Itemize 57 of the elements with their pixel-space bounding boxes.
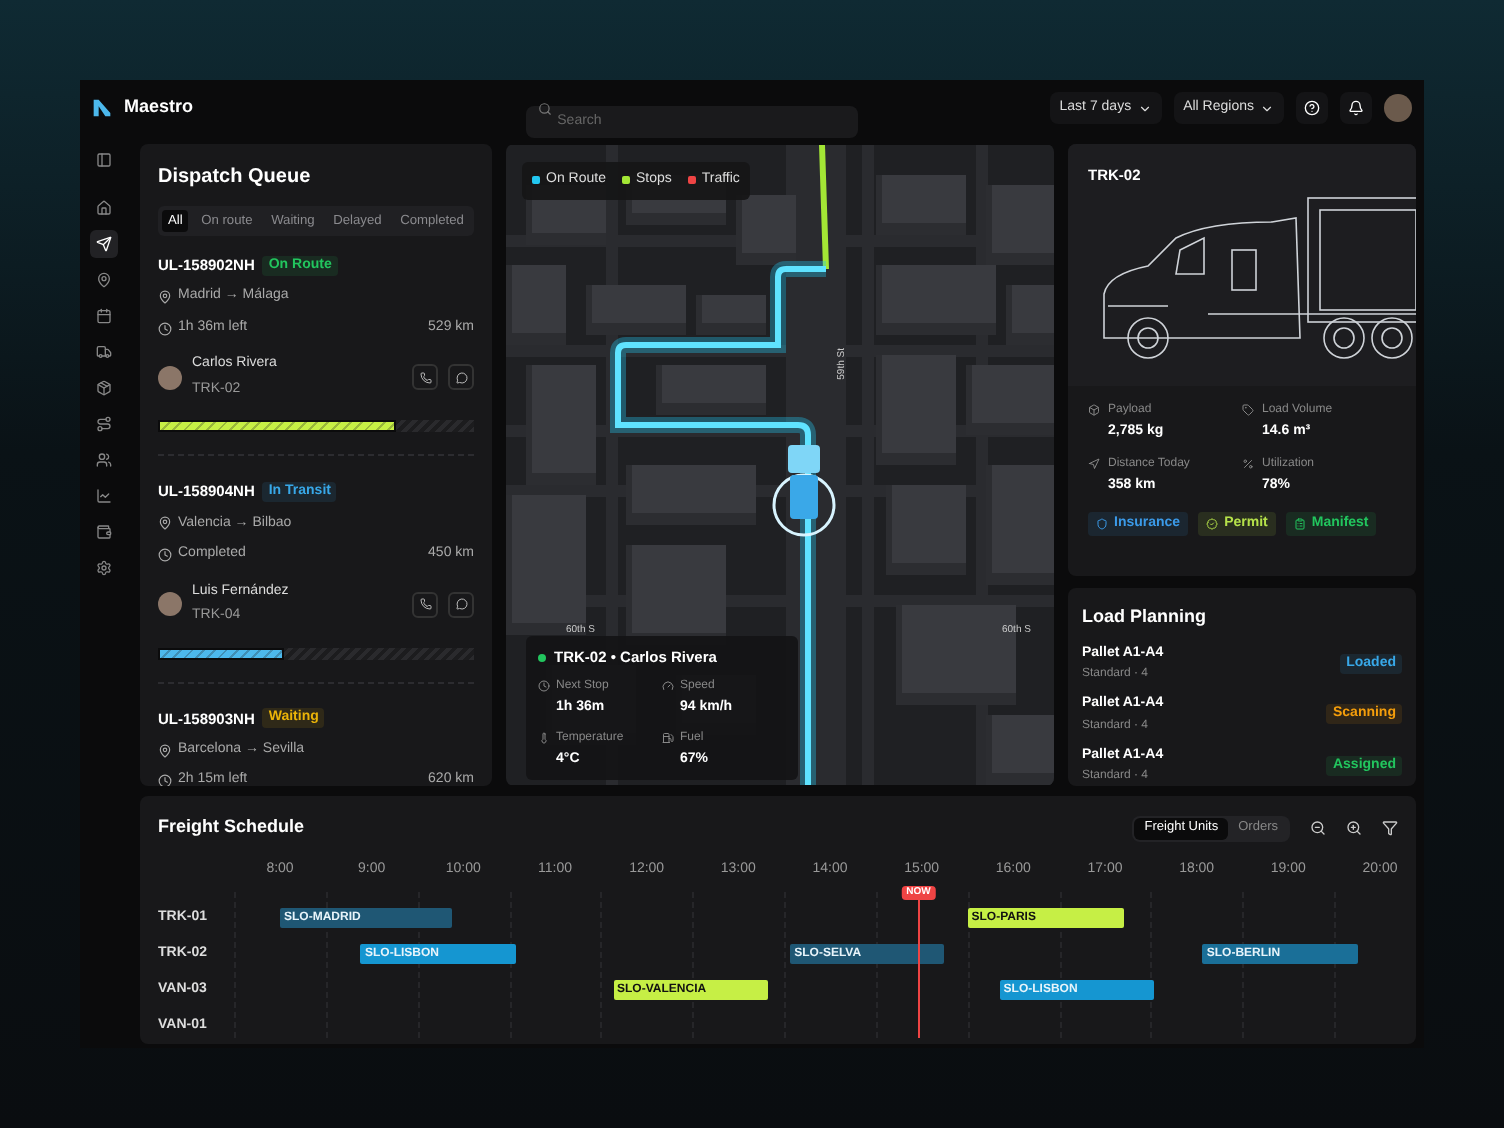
logo-icon	[92, 98, 112, 118]
clock-icon	[158, 547, 172, 562]
box-icon	[1088, 404, 1100, 417]
bell-icon	[1348, 100, 1364, 116]
clipboard-icon	[1293, 518, 1306, 531]
caret-icon	[1137, 101, 1152, 115]
panel-title: Dispatch Queue	[158, 164, 313, 192]
phone-icon	[419, 371, 431, 384]
clock-icon	[538, 680, 550, 693]
thermometer-icon	[538, 731, 550, 744]
panel-title: Freight Schedule	[158, 814, 307, 841]
help-icon	[1304, 100, 1320, 116]
paper-plane-icon	[96, 236, 112, 252]
box-icon	[96, 380, 112, 396]
chart-icon	[96, 488, 112, 504]
filter-icon[interactable]	[1382, 820, 1398, 836]
clock-icon	[158, 321, 172, 335]
phone-icon	[419, 598, 431, 610]
users-icon	[96, 452, 112, 468]
driver-avatar	[158, 592, 182, 616]
search-icon	[537, 101, 552, 115]
zoom-out-icon[interactable]	[1310, 820, 1326, 836]
driver-avatar	[158, 365, 182, 390]
navigation-icon	[1088, 457, 1100, 470]
map-pin-icon	[158, 290, 172, 304]
zoom-in-icon[interactable]	[1346, 820, 1362, 836]
percent-icon	[1242, 457, 1254, 470]
avatar[interactable]	[1384, 94, 1412, 122]
wallet-icon	[96, 524, 112, 540]
caret-icon	[1260, 101, 1274, 115]
shield-icon	[1096, 518, 1108, 531]
gauge-icon	[662, 680, 674, 693]
map-pin-icon	[158, 516, 172, 531]
map-pin-icon	[158, 743, 172, 757]
badge-icon	[1206, 518, 1219, 531]
message-button[interactable]	[448, 364, 474, 391]
settings-icon	[96, 560, 112, 576]
notifications-button[interactable]	[1340, 92, 1372, 124]
help-button[interactable]	[1296, 92, 1328, 124]
now-line	[918, 900, 921, 1038]
call-button[interactable]	[412, 364, 438, 391]
sidebar-item[interactable]	[90, 230, 118, 258]
panel-title: Load Planning	[1082, 604, 1208, 630]
truck-icon	[96, 344, 112, 360]
home-icon	[96, 200, 112, 216]
tag-icon	[1242, 404, 1254, 417]
panel-icon	[96, 152, 112, 168]
call-button[interactable]	[412, 591, 438, 617]
calendar-icon	[96, 308, 112, 324]
chat-icon	[455, 598, 467, 610]
route-icon	[96, 416, 112, 432]
message-button[interactable]	[448, 591, 474, 617]
brand-name: Maestro	[124, 94, 194, 121]
chat-icon	[455, 371, 467, 384]
fuel-icon	[662, 731, 674, 744]
clock-icon	[158, 774, 172, 786]
map-pin-icon	[96, 272, 112, 288]
